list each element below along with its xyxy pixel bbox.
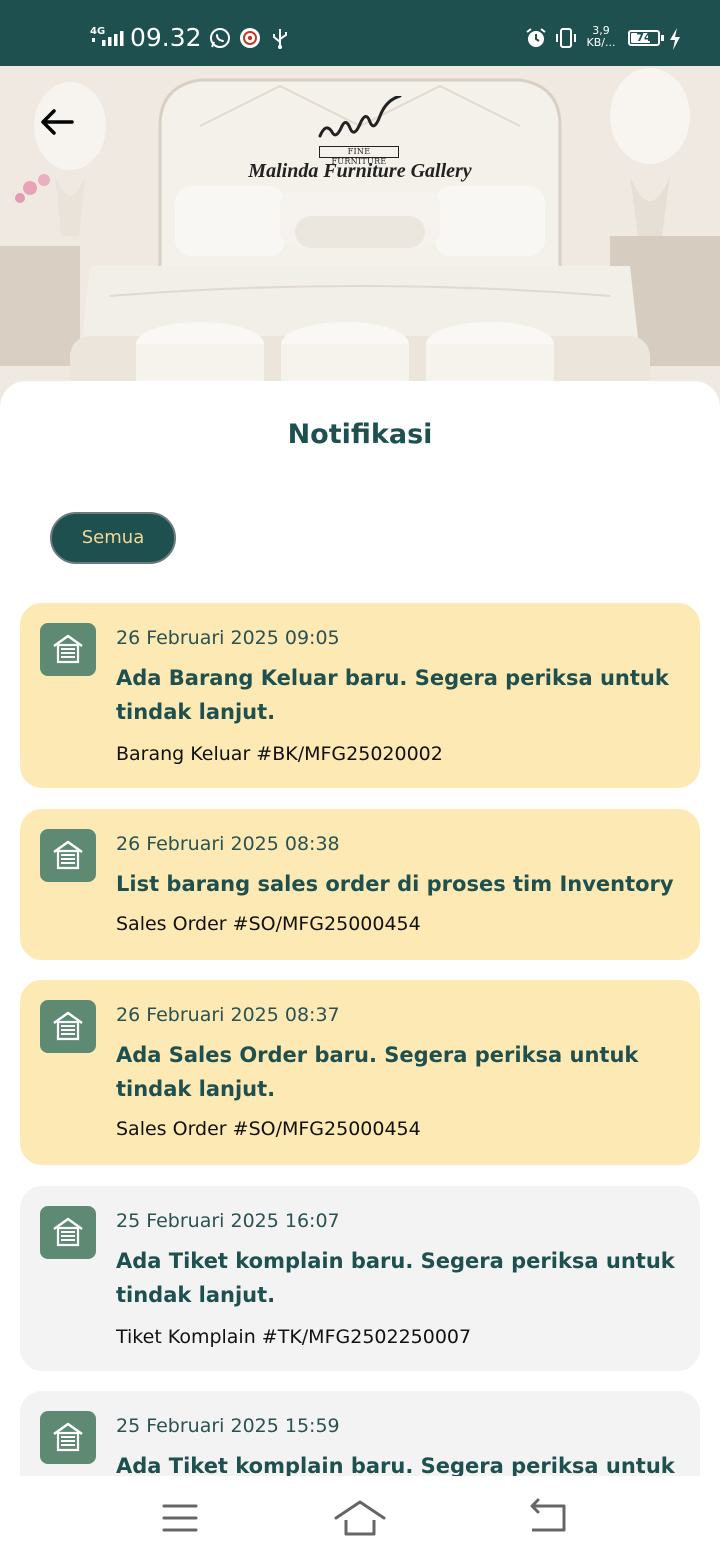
alarm-icon (526, 28, 546, 47)
network-speed: 3,9 KB/... (586, 24, 616, 49)
battery-icon: 74 (628, 30, 660, 46)
logo-subtitle: FINE FURNITURE (319, 146, 399, 166)
usb-icon (273, 29, 287, 49)
notification-reference: Tiket Komplain #TK/MFG2502250007 (116, 1326, 472, 1348)
home-icon[interactable] (330, 1496, 390, 1540)
warehouse-icon (40, 1206, 96, 1259)
notification-title: Ada Sales Order baru. Segera periksa unt… (116, 1043, 639, 1101)
battery-level: 74 (636, 31, 652, 44)
brand-logo: FINE FURNITURE Malinda Furniture Gallery (230, 96, 490, 196)
warehouse-icon (40, 1411, 96, 1464)
notification-reference: Barang Keluar #BK/MFG25020002 (116, 743, 443, 765)
notification-date: 26 Februari 2025 08:37 (116, 1004, 340, 1026)
back-icon[interactable] (518, 1496, 578, 1540)
notification-card[interactable]: 25 Februari 2025 15:59 Ada Tiket komplai… (20, 1391, 700, 1476)
whatsapp-icon (210, 28, 230, 48)
vibrate-icon (556, 28, 576, 48)
notification-card[interactable]: 26 Februari 2025 09:05 Ada Barang Keluar… (20, 603, 700, 788)
notification-title: List barang sales order di proses tim In… (116, 872, 674, 896)
warehouse-icon (40, 623, 96, 676)
notification-card[interactable]: 26 Februari 2025 08:38 List barang sales… (20, 809, 700, 960)
logo-mark-icon (318, 96, 402, 138)
warehouse-icon (40, 829, 96, 882)
back-button[interactable] (34, 100, 82, 148)
notification-date: 25 Februari 2025 15:59 (116, 1415, 340, 1437)
hero-banner: FINE FURNITURE Malinda Furniture Gallery (0, 66, 720, 416)
app-notification-icon (240, 28, 260, 48)
brand-name: Malinda Furniture Gallery (248, 160, 472, 182)
warehouse-icon (40, 1000, 96, 1053)
notification-card[interactable]: 25 Februari 2025 16:07 Ada Tiket komplai… (20, 1186, 700, 1371)
clock: 09.32 (130, 23, 202, 52)
system-navigation-bar (0, 1476, 720, 1560)
notification-date: 26 Februari 2025 09:05 (116, 627, 340, 649)
notification-title: Ada Tiket komplain baru. Segera periksa … (116, 1249, 675, 1307)
notification-sheet: Notifikasi Semua 26 Februari 2025 09:05 … (0, 381, 720, 1476)
menu-icon[interactable] (150, 1496, 210, 1540)
notification-date: 26 Februari 2025 08:38 (116, 833, 340, 855)
notification-title: Ada Barang Keluar baru. Segera periksa u… (116, 666, 669, 724)
notification-date: 25 Februari 2025 16:07 (116, 1210, 340, 1232)
page-title: Notifikasi (287, 419, 433, 450)
notification-card[interactable]: 26 Februari 2025 08:37 Ada Sales Order b… (20, 980, 700, 1165)
network-type: 4G (90, 26, 105, 37)
notification-reference: Sales Order #SO/MFG25000454 (116, 913, 421, 935)
filter-all-chip[interactable]: Semua (50, 512, 176, 564)
charging-icon (670, 28, 680, 50)
signal-icon: 4G (90, 26, 124, 46)
notification-title: Ada Tiket komplain baru. Segera periksa … (116, 1454, 675, 1476)
notification-reference: Sales Order #SO/MFG25000454 (116, 1118, 421, 1140)
status-bar: 4G 09.32 3,9 KB/... 74 (0, 0, 720, 66)
